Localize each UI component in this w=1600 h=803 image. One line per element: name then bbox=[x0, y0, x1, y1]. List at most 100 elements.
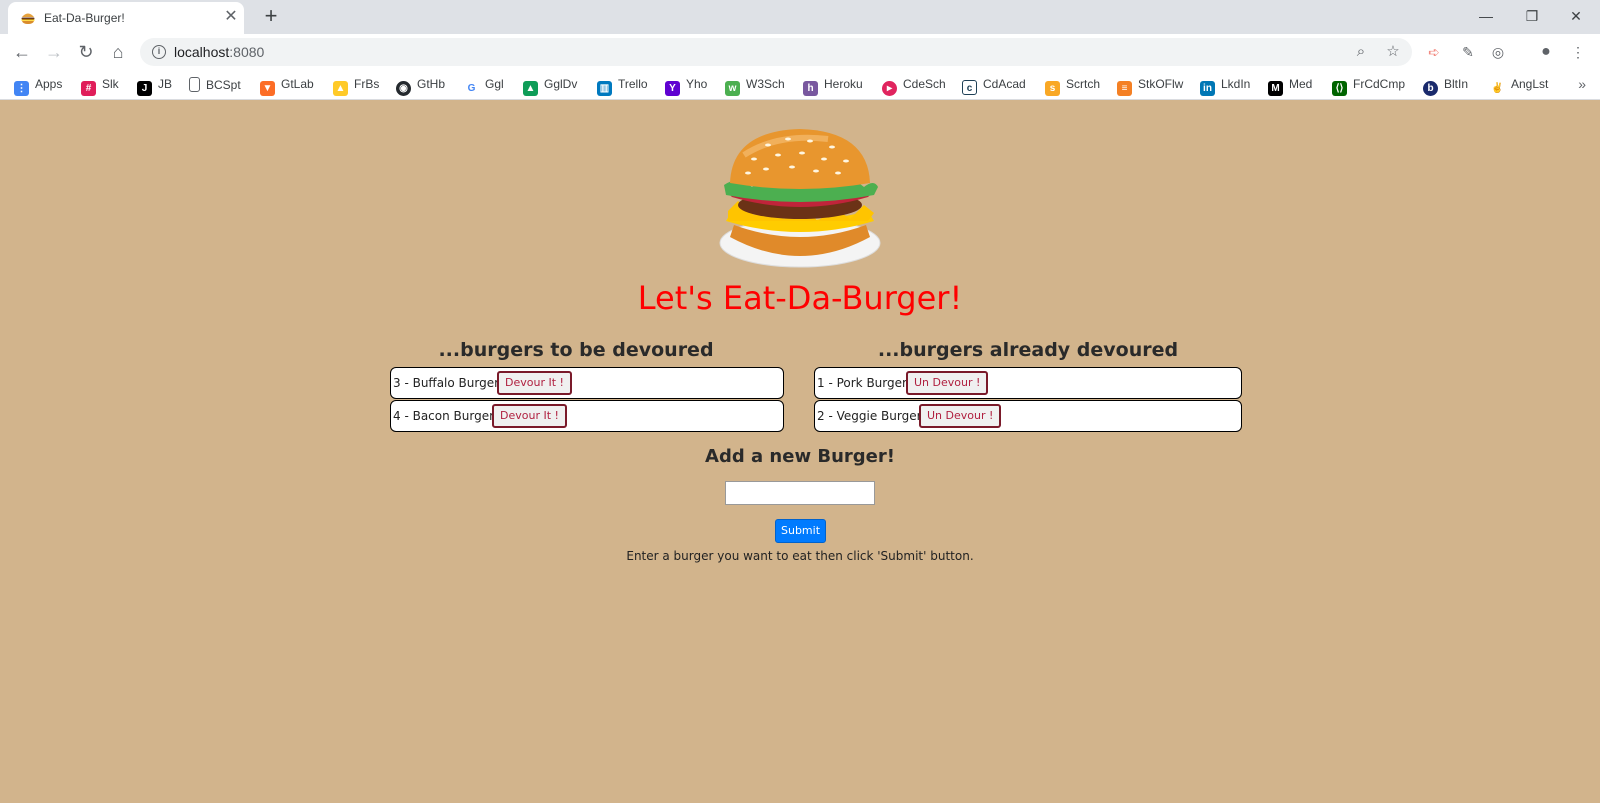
page-title: Let's Eat-Da-Burger! bbox=[637, 279, 963, 317]
bookmark-label: StkOFlw bbox=[1138, 77, 1184, 91]
reload-icon[interactable]: ↻ bbox=[74, 40, 98, 64]
bookmark-label: CdAcad bbox=[983, 77, 1026, 91]
profile-icon[interactable]: ● bbox=[1536, 42, 1556, 62]
angellist-icon: ✌ bbox=[1490, 81, 1505, 96]
devour-button[interactable]: Devour It ! bbox=[492, 404, 567, 428]
to-devour-title: ...burgers to be devoured bbox=[438, 339, 714, 361]
bookmark-label: Heroku bbox=[824, 77, 863, 91]
devoured-row: 2 - Veggie Burger Un Devour ! bbox=[814, 400, 1242, 432]
github-icon: ◉ bbox=[396, 81, 411, 96]
bookmark-frbs[interactable]: ▲ FrBs bbox=[333, 77, 380, 96]
burger-name: 1 - Pork Burger bbox=[817, 376, 907, 390]
burger-name-input[interactable] bbox=[725, 481, 875, 505]
bookmark-label: CdeSch bbox=[903, 77, 946, 91]
devoured-title: ...burgers already devoured bbox=[877, 339, 1179, 361]
page-body: Let's Eat-Da-Burger! ...burgers to be de… bbox=[0, 101, 1600, 803]
bookmark-gthb[interactable]: ◉ GtHb bbox=[396, 77, 446, 96]
zoom-icon[interactable]: ⌕ bbox=[1352, 43, 1370, 61]
bookmark-bcspt[interactable]: BCSpt bbox=[189, 77, 241, 95]
burger-name: 3 - Buffalo Burger bbox=[393, 376, 500, 390]
bookmark-label: AngLst bbox=[1511, 77, 1549, 91]
bookmark-stkoflw[interactable]: ≡ StkOFlw bbox=[1117, 77, 1184, 96]
bookmark-trello[interactable]: ▥ Trello bbox=[597, 77, 648, 96]
tab-close-icon[interactable]: ✕ bbox=[222, 8, 240, 26]
browser-toolbar: ← → ↻ ⌂ i localhost:8080 ⌕ ☆ ➪ ✎ ◎ ● ⋮ bbox=[0, 34, 1600, 70]
bookmark-jb[interactable]: J JB bbox=[137, 77, 173, 96]
bookmark-yho[interactable]: Y Yho bbox=[665, 77, 708, 96]
undevour-button[interactable]: Un Devour ! bbox=[906, 371, 989, 395]
window-close-icon[interactable]: ✕ bbox=[1556, 4, 1596, 28]
restore-icon[interactable]: ❐ bbox=[1512, 4, 1552, 28]
new-tab-button[interactable]: + bbox=[260, 5, 282, 27]
back-icon[interactable]: ← bbox=[10, 40, 34, 64]
bookmark-label: Apps bbox=[35, 77, 63, 91]
tab-title: Eat-Da-Burger! bbox=[44, 11, 125, 25]
bookmark-cdacad[interactable]: c CdAcad bbox=[962, 77, 1026, 95]
url-port: :8080 bbox=[229, 44, 265, 60]
add-burger-title: Add a new Burger! bbox=[705, 446, 895, 467]
bookmark-label: Trello bbox=[618, 77, 648, 91]
home-icon[interactable]: ⌂ bbox=[106, 40, 130, 64]
medium-icon: M bbox=[1268, 81, 1283, 96]
bookmark-anglst[interactable]: ✌ AngLst bbox=[1490, 77, 1549, 96]
apps-grid-icon: ⋮ bbox=[14, 81, 29, 96]
forward-icon[interactable]: → bbox=[42, 40, 66, 64]
bookmark-label: Slk bbox=[102, 77, 119, 91]
freecodecamp-icon: ⟨⟩ bbox=[1332, 81, 1347, 96]
extension-code-icon[interactable]: ◎ bbox=[1488, 42, 1508, 62]
linkedin-icon: in bbox=[1200, 81, 1215, 96]
yahoo-icon: Y bbox=[665, 81, 680, 96]
bookmark-slk[interactable]: # Slk bbox=[81, 77, 119, 96]
google-icon: G bbox=[464, 81, 479, 96]
bookmark-label: LkdIn bbox=[1221, 77, 1251, 91]
bookmark-label: Scrtch bbox=[1066, 77, 1101, 91]
bookmark-heroku[interactable]: h Heroku bbox=[803, 77, 863, 96]
submit-button[interactable]: Submit bbox=[775, 519, 826, 543]
url-host: localhost bbox=[174, 44, 230, 60]
bookmark-label: GtHb bbox=[417, 77, 446, 91]
browser-tab[interactable]: Eat-Da-Burger! ✕ bbox=[8, 2, 244, 34]
site-info-icon[interactable]: i bbox=[152, 45, 166, 59]
bookmark-scrtch[interactable]: s Scrtch bbox=[1045, 77, 1101, 96]
bookmark-ggl[interactable]: G Ggl bbox=[464, 77, 504, 96]
bookmark-label: W3Sch bbox=[746, 77, 785, 91]
bookmark-bltin[interactable]: b BltIn bbox=[1423, 77, 1468, 96]
bookmarks-overflow-icon[interactable]: » bbox=[1578, 76, 1586, 92]
bookmark-med[interactable]: M Med bbox=[1268, 77, 1313, 96]
slack-icon: # bbox=[81, 81, 96, 96]
bookmark-label: Med bbox=[1289, 77, 1313, 91]
browser-menu-icon[interactable]: ⋮ bbox=[1568, 42, 1588, 62]
bookmark-label: GglDv bbox=[544, 77, 578, 91]
bookmark-gtlab[interactable]: ▼ GtLab bbox=[260, 77, 314, 96]
burger-logo-image bbox=[719, 129, 881, 268]
bookmark-ggldv[interactable]: ▲ GglDv bbox=[523, 77, 578, 96]
trello-icon: ▥ bbox=[597, 81, 612, 96]
bookmark-frcdcmp[interactable]: ⟨⟩ FrCdCmp bbox=[1332, 77, 1405, 96]
address-bar[interactable]: i localhost:8080 ⌕ ☆ bbox=[140, 38, 1412, 66]
scratch-icon: s bbox=[1045, 81, 1060, 96]
codecademy-icon: c bbox=[962, 80, 977, 95]
builtin-icon: b bbox=[1423, 81, 1438, 96]
extension-eyedropper-icon[interactable]: ✎ bbox=[1458, 42, 1478, 62]
bookmark-apps[interactable]: ⋮ Apps bbox=[14, 77, 63, 96]
bookmark-star-icon[interactable]: ☆ bbox=[1384, 43, 1402, 61]
bookmark-label: Yho bbox=[686, 77, 708, 91]
bookmark-label: FrBs bbox=[354, 77, 380, 91]
devoured-row: 1 - Pork Burger Un Devour ! bbox=[814, 367, 1242, 399]
firebase-icon: ▲ bbox=[333, 81, 348, 96]
minimize-icon[interactable]: — bbox=[1466, 4, 1506, 28]
to-devour-row: 4 - Bacon Burger Devour It ! bbox=[390, 400, 784, 432]
extension-arrow-icon[interactable]: ➪ bbox=[1424, 42, 1444, 62]
bookmark-cdesch[interactable]: ▸ CdeSch bbox=[882, 77, 946, 96]
bookmark-label: JB bbox=[158, 77, 173, 91]
w3schools-icon: w bbox=[725, 81, 740, 96]
jb-icon: J bbox=[137, 81, 152, 96]
bookmark-w3sch[interactable]: w W3Sch bbox=[725, 77, 785, 96]
url-text[interactable]: localhost:8080 bbox=[174, 44, 264, 60]
undevour-button[interactable]: Un Devour ! bbox=[919, 404, 1002, 428]
bookmark-lkdin[interactable]: in LkdIn bbox=[1200, 77, 1251, 96]
bookmarks-bar: ⋮ Apps # Slk J JB BCSpt ▼ GtLab ▲ FrBs ◉ GtHb … bbox=[0, 70, 1600, 100]
tab-strip: Eat-Da-Burger! ✕ + — ❐ ✕ bbox=[0, 0, 1600, 34]
burger-name: 4 - Bacon Burger bbox=[393, 409, 495, 423]
devour-button[interactable]: Devour It ! bbox=[497, 371, 572, 395]
